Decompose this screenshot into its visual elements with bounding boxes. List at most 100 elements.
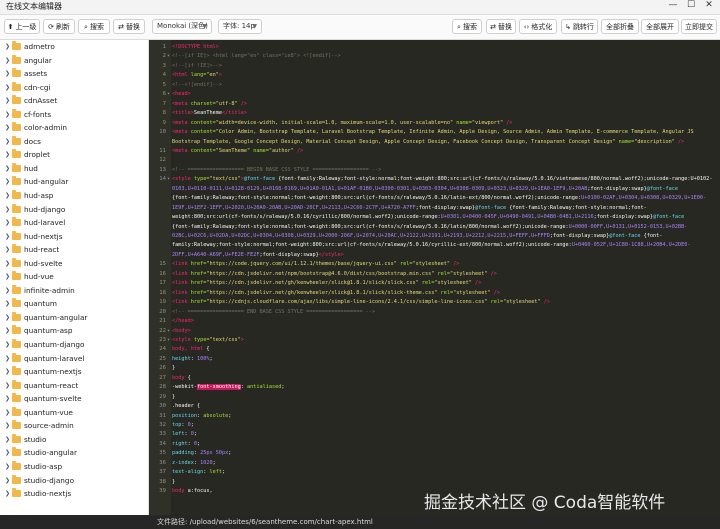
code-line: 2DFF,U+A640-A69F,U+FE2E-FE2F;font-displa… — [149, 251, 720, 260]
folder-item[interactable]: ❯ quantum — [0, 297, 148, 311]
fold-arrow-icon[interactable]: ▾ — [167, 175, 170, 184]
folder-item[interactable]: ❯ color-admin — [0, 121, 148, 135]
code-token: position — [172, 412, 197, 419]
folder-name: angular — [24, 55, 52, 65]
folder-icon — [12, 217, 21, 227]
code-token: ; — [212, 459, 216, 466]
chevron-right-icon: ❯ — [5, 259, 11, 267]
code-line: {font-family:Raleway;font-style:normal;f… — [149, 194, 720, 203]
line-number: 23 — [159, 336, 166, 343]
line-number: 20 — [159, 308, 166, 315]
refresh-icon: ⟳ — [48, 23, 54, 31]
folder-item[interactable]: ❯ studio — [0, 433, 148, 447]
folder-item[interactable]: ❯ admetro — [0, 40, 148, 54]
folder-item[interactable]: ❯ quantum-vue — [0, 406, 148, 420]
code-token: /> — [293, 147, 304, 154]
code-token: U+0100-02AF,U+0304,U+0308,U+0329,U+1E00- — [581, 195, 707, 202]
folder-item[interactable]: ❯ cf-fonts — [0, 108, 148, 122]
chevron-right-icon: ❯ — [5, 56, 11, 64]
folder-item[interactable]: ❯ hud-react — [0, 243, 148, 257]
fold-arrow-icon[interactable]: ▾ — [167, 90, 170, 99]
folder-item[interactable]: ❯ quantum-svelte — [0, 392, 148, 406]
folder-item[interactable]: ❯ hud-nextjs — [0, 230, 148, 244]
goto-line-button[interactable]: ↳ 跳转行 — [561, 19, 598, 34]
font-size-select[interactable]: 字体: 14p ▼ — [218, 19, 262, 34]
chevron-right-icon: ❯ — [5, 273, 11, 281]
code-editor[interactable]: 1 <!DOCTYPE html> 2 ▾ <!--[if IE]> <html lan… — [149, 40, 720, 515]
search-button[interactable]: ⌕ 搜索 — [78, 19, 110, 34]
code-token: @font-face — [243, 176, 279, 183]
folder-item[interactable]: ❯ hud-angular — [0, 175, 148, 189]
close-button[interactable]: ✕ — [702, 0, 716, 10]
chevron-right-icon: ❯ — [5, 219, 11, 227]
code-line: 26 } — [149, 364, 720, 373]
folder-item[interactable]: ❯ quantum-laravel — [0, 352, 148, 366]
folder-item[interactable]: ❯ hud-vue — [0, 270, 148, 284]
code-token: href= — [190, 299, 207, 306]
folder-item[interactable]: ❯ hud-laravel — [0, 216, 148, 230]
code-text: <meta content="width=device-width, initi… — [172, 119, 512, 128]
folder-item[interactable]: ❯ hud-svelte — [0, 257, 148, 271]
fold-arrow-icon[interactable]: ▾ — [167, 327, 170, 336]
replace-button-right[interactable]: ⇄ 替换 — [486, 19, 516, 34]
chevron-right-icon: ❯ — [5, 313, 11, 321]
up-button[interactable]: ⬆ 上一级 — [4, 19, 40, 34]
folder-item[interactable]: ❯ hud-asp — [0, 189, 148, 203]
folder-icon — [12, 95, 21, 105]
fold-all-button[interactable]: 全部折叠 — [601, 19, 639, 34]
folder-item[interactable]: ❯ quantum-react — [0, 379, 148, 393]
folder-item[interactable]: ❯ studio-asp — [0, 460, 148, 474]
folder-item[interactable]: ❯ quantum-asp — [0, 324, 148, 338]
folder-item[interactable]: ❯ cdn-cgi — [0, 81, 148, 95]
code-token: z-index — [172, 459, 194, 466]
folder-item[interactable]: ❯ hud — [0, 162, 148, 176]
code-token: /> — [471, 280, 482, 287]
folder-item[interactable]: ❯ angular — [0, 54, 148, 68]
chevron-right-icon: ❯ — [5, 137, 11, 145]
folder-item[interactable]: ❯ cdnAsset — [0, 94, 148, 108]
submit-button[interactable]: 立即提交 — [681, 19, 717, 34]
fold-arrow-icon[interactable]: ▾ — [167, 336, 170, 345]
code-token: href= — [190, 270, 207, 277]
folder-icon — [12, 433, 21, 443]
line-number: 30 — [159, 403, 166, 410]
minimize-button[interactable]: — — [666, 0, 680, 10]
code-token: padding — [172, 450, 194, 457]
code-token: </head> — [172, 318, 194, 325]
file-tree: ❯ admetro ❯ angular ❯ assets ❯ cdn-cgi ❯ cdnAsset… — [0, 40, 149, 529]
folder-name: hud-react — [24, 245, 60, 255]
code-line: 15 <link href="https://code.jquery.com/u… — [149, 260, 720, 269]
code-text: weight:800;src:url(cf-fonts/s/raleway/5.… — [172, 213, 684, 222]
folder-item[interactable]: ❯ source-admin — [0, 419, 148, 433]
format-button[interactable]: ‹› 格式化 — [519, 19, 557, 34]
code-token: { — [206, 346, 210, 353]
replace-button[interactable]: ⇄ 替换 — [113, 19, 145, 34]
folder-item[interactable]: ❯ studio-django — [0, 474, 148, 488]
theme-select[interactable]: Monokai (深色) ▼ — [152, 19, 212, 34]
code-token: /> — [487, 270, 497, 277]
code-line: 21 </head> — [149, 317, 720, 326]
folder-icon — [12, 244, 21, 254]
folder-item[interactable]: ❯ docs — [0, 135, 148, 149]
search-button-right[interactable]: ⌕ 搜索 — [452, 19, 482, 34]
code-token: <link — [172, 299, 191, 306]
folder-icon — [12, 54, 21, 64]
folder-item[interactable]: ❯ studio-nextjs — [0, 487, 148, 501]
refresh-button[interactable]: ⟳ 刷新 — [43, 19, 75, 34]
folder-item[interactable]: ❯ studio-angular — [0, 446, 148, 460]
folder-item[interactable]: ❯ droplet — [0, 148, 148, 162]
folder-item[interactable]: ❯ infinite-admin — [0, 284, 148, 298]
folder-item[interactable]: ❯ quantum-django — [0, 338, 148, 352]
folder-item[interactable]: ❯ quantum-nextjs — [0, 365, 148, 379]
fold-arrow-icon[interactable]: ▾ — [167, 52, 170, 61]
code-icon: ‹› — [523, 23, 530, 31]
folder-item[interactable]: ❯ hud-django — [0, 203, 148, 217]
line-number: 1 — [162, 44, 166, 50]
maximize-button[interactable]: ☐ — [684, 0, 698, 10]
code-line: 8 <title>SeanTheme</title> — [149, 109, 720, 118]
folder-item[interactable]: ❯ quantum-angular — [0, 311, 148, 325]
unfold-all-button[interactable]: 全部展开 — [641, 19, 679, 34]
chevron-right-icon: ❯ — [5, 246, 11, 254]
code-token: text-align — [172, 469, 204, 476]
folder-item[interactable]: ❯ assets — [0, 67, 148, 81]
